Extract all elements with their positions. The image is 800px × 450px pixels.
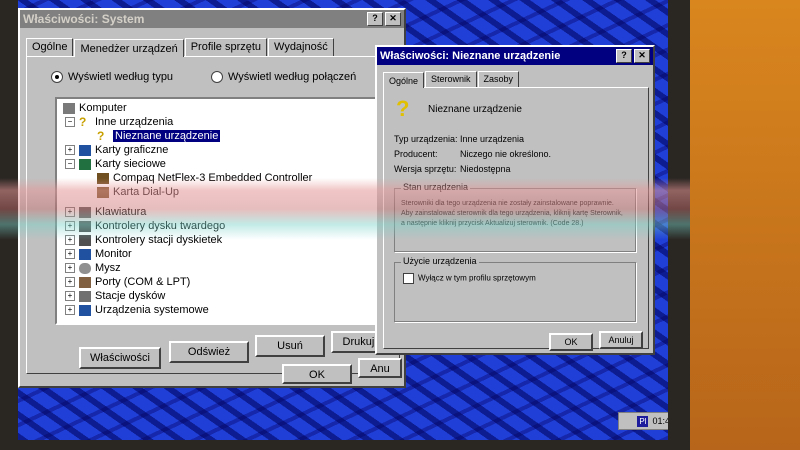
help-icon[interactable]: ?	[367, 12, 383, 26]
system-device-icon	[79, 304, 91, 316]
unknown-device-properties-window: Właściwości: Nieznane urządzenie ? ✕ Ogó…	[375, 45, 655, 355]
tree-node-network-adapters[interactable]: − Karty sieciowe	[65, 157, 166, 171]
device-name: Nieznane urządzenie	[428, 104, 522, 115]
expand-icon[interactable]: +	[65, 249, 75, 259]
tree-node-other-devices[interactable]: − ? Inne urządzenia	[65, 115, 173, 129]
expand-icon[interactable]: +	[65, 207, 75, 217]
hardware-version-label: Wersja sprzętu:	[394, 164, 457, 174]
tree-node-display-adapters[interactable]: + Karty graficzne	[65, 143, 168, 157]
device-status-group: Stan urządzenia Sterowniki dla tego urzą…	[394, 182, 636, 252]
collapse-icon[interactable]: −	[65, 159, 75, 169]
hardware-version-value: Niedostępna	[460, 164, 511, 174]
tree-node-computer[interactable]: Komputer	[63, 101, 127, 115]
view-by-type-option[interactable]: Wyświetl według typu	[51, 71, 173, 83]
tree-node-floppy-controllers[interactable]: + Kontrolery stacji dyskietek	[65, 233, 222, 247]
tree-node-hdd-controllers[interactable]: + Kontrolery dysku twardego	[65, 219, 225, 233]
tab-general[interactable]: Ogólne	[26, 38, 74, 56]
cancel-button[interactable]: Anu	[358, 358, 402, 378]
warning-question-icon: ?	[97, 128, 105, 143]
view-by-connection-option[interactable]: Wyświetl według połączeń	[211, 71, 356, 83]
device-manager-panel: Wyświetl według typu Wyświetl według poł…	[26, 56, 400, 374]
tree-node-compaq-netflex[interactable]: Compaq NetFlex-3 Embedded Controller	[97, 171, 312, 185]
language-indicator-icon[interactable]: Pl	[637, 415, 649, 427]
device-usage-group: Użycie urządzenia Wyłącz w tym profilu s…	[394, 256, 636, 322]
help-icon[interactable]: ?	[616, 49, 632, 63]
properties-button[interactable]: Właściwości	[79, 347, 161, 369]
manufacturer-value: Niczego nie określono.	[460, 149, 552, 159]
clock: 01:46	[652, 416, 668, 426]
radio-unselected-icon[interactable]	[211, 71, 223, 83]
tree-node-monitor[interactable]: + Monitor	[65, 247, 132, 261]
computer-icon	[63, 102, 75, 114]
display-adapter-icon	[79, 144, 91, 156]
system-tabs: Ogólne Menedżer urządzeń Profile sprzętu…	[20, 38, 404, 57]
device-window-titlebar: Właściwości: Nieznane urządzenie ? ✕	[377, 47, 653, 65]
device-ok-button[interactable]: OK	[549, 333, 593, 351]
monitor-bezel: Pl 01:46 Właściwości: System ? ✕ Ogólne …	[0, 0, 690, 450]
tab-device-manager[interactable]: Menedżer urządzeń	[74, 39, 184, 57]
tree-node-unknown-device[interactable]: ? Nieznane urządzenie	[97, 128, 221, 143]
close-icon[interactable]: ✕	[634, 49, 650, 63]
expand-icon[interactable]: +	[65, 235, 75, 245]
refresh-button[interactable]: Odśwież	[169, 341, 249, 363]
tree-node-ports[interactable]: + Porty (COM & LPT)	[65, 275, 190, 289]
expand-icon[interactable]: +	[65, 277, 75, 287]
port-icon	[79, 276, 91, 288]
device-status-text: Sterowniki dla tego urządzenia nie zosta…	[401, 200, 623, 227]
device-usage-title: Użycie urządzenia	[401, 256, 479, 266]
device-general-panel: ? Nieznane urządzenie Typ urządzenia: In…	[383, 87, 649, 349]
tab-resources[interactable]: Zasoby	[477, 71, 520, 87]
system-window-title: Właściwości: System	[23, 12, 145, 26]
expand-icon[interactable]: +	[65, 305, 75, 315]
network-card-icon	[97, 186, 109, 198]
tab-general[interactable]: Ogólne	[383, 72, 425, 88]
unknown-device-icon: ?	[396, 96, 410, 121]
collapse-icon[interactable]: −	[65, 117, 75, 127]
tab-hardware-profiles[interactable]: Profile sprzętu	[184, 38, 268, 56]
disable-in-profile-label: Wyłącz w tym profilu sprzętowym	[418, 273, 536, 283]
device-tabs: Ogólne Sterownik Zasoby	[377, 71, 653, 88]
expand-icon[interactable]: +	[65, 145, 75, 155]
tree-node-dialup-adapter[interactable]: Karta Dial-Up	[97, 185, 179, 199]
tree-node-disk-drives[interactable]: + Stacje dysków	[65, 289, 165, 303]
tree-node-system-devices[interactable]: + Urządzenia systemowe	[65, 303, 209, 317]
remove-button[interactable]: Usuń	[255, 335, 325, 357]
network-adapter-icon	[79, 158, 91, 170]
system-properties-window: Właściwości: System ? ✕ Ogólne Menedżer …	[18, 8, 406, 388]
device-tree[interactable]: Komputer − ? Inne urządzenia ? Nieznane …	[55, 97, 385, 325]
tree-node-mouse[interactable]: + Mysz	[65, 261, 121, 275]
checkbox-unchecked-icon[interactable]	[403, 273, 414, 284]
view-by-connection-label: Wyświetl według połączeń	[228, 71, 357, 83]
keyboard-icon	[79, 206, 91, 218]
device-type-value: Inne urządzenia	[460, 134, 525, 144]
expand-icon[interactable]: +	[65, 221, 75, 231]
tree-node-keyboard[interactable]: + Klawiatura	[65, 205, 146, 219]
tab-performance[interactable]: Wydajność	[268, 38, 334, 56]
monitor-icon	[79, 248, 91, 260]
question-mark-icon: ?	[79, 114, 87, 129]
disable-in-profile-option[interactable]: Wyłącz w tym profilu sprzętowym	[403, 273, 536, 284]
expand-icon[interactable]: +	[65, 263, 75, 273]
disk-drive-icon	[79, 290, 91, 302]
device-window-title: Właściwości: Nieznane urządzenie	[380, 50, 561, 62]
mouse-icon	[79, 262, 91, 274]
ok-button[interactable]: OK	[282, 364, 352, 384]
device-status-title: Stan urządzenia	[401, 182, 471, 192]
manufacturer-label: Producent:	[394, 149, 438, 159]
system-window-titlebar: Właściwości: System ? ✕	[20, 10, 404, 28]
system-tray: Pl 01:46	[618, 412, 668, 430]
tab-driver[interactable]: Sterownik	[425, 71, 477, 87]
radio-selected-icon[interactable]	[51, 71, 63, 83]
network-card-icon	[97, 172, 109, 184]
controller-icon	[79, 234, 91, 246]
device-cancel-button[interactable]: Anuluj	[599, 331, 643, 349]
close-icon[interactable]: ✕	[385, 12, 401, 26]
view-by-type-label: Wyświetl według typu	[68, 71, 174, 83]
wall-background	[690, 0, 800, 450]
expand-icon[interactable]: +	[65, 291, 75, 301]
device-type-label: Typ urządzenia:	[394, 134, 458, 144]
controller-icon	[79, 220, 91, 232]
